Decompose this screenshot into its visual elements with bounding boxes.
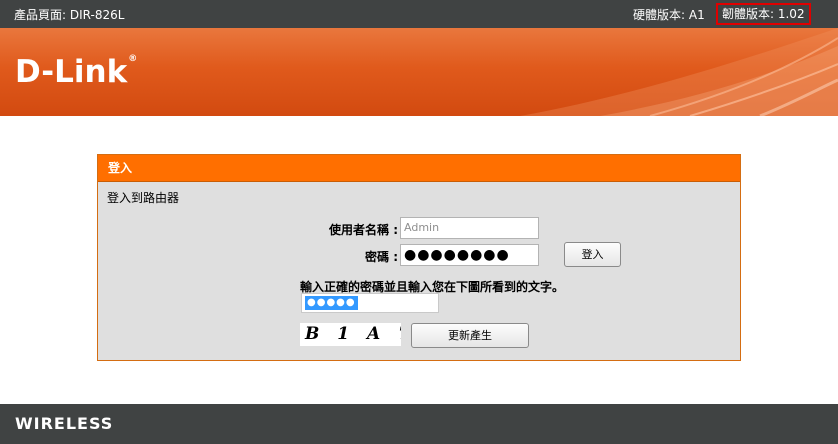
login-panel: 登入 登入到路由器 使用者名稱 : Admin 密碼 : ●●●●●●●● 登入… — [97, 154, 741, 361]
top-bar: 產品頁面: DIR-826L 硬體版本: A1 韌體版本: 1.02 — [0, 0, 838, 28]
password-input[interactable]: ●●●●●●●● — [400, 244, 539, 266]
footer-bar: WIRELESS — [0, 404, 838, 444]
username-input[interactable]: Admin — [400, 217, 539, 239]
login-button[interactable]: 登入 — [564, 242, 621, 267]
dlink-logo: D-Link® — [15, 54, 137, 90]
password-label: 密碼 : — [365, 250, 398, 264]
firmware-version-label: 韌體版本: 1.02 — [716, 3, 811, 25]
hardware-version-label: 硬體版本: A1 — [633, 8, 705, 22]
wireless-label: WIRELESS — [15, 414, 114, 433]
captcha-input-selection: ●●●●● — [305, 296, 358, 310]
login-panel-header: 登入 — [98, 155, 740, 182]
captcha-image: B 1 A 7 4 — [300, 323, 401, 346]
registered-mark: ® — [128, 54, 138, 64]
captcha-input[interactable]: ●●●●● — [301, 293, 439, 313]
username-label: 使用者名稱 : — [329, 223, 398, 237]
regenerate-captcha-button[interactable]: 更新產生 — [411, 323, 529, 348]
logo-text: D-Link — [15, 54, 128, 90]
product-page-label: 產品頁面: DIR-826L — [14, 8, 125, 22]
login-subtitle: 登入到路由器 — [107, 191, 180, 205]
header-banner: D-Link® — [0, 28, 838, 116]
